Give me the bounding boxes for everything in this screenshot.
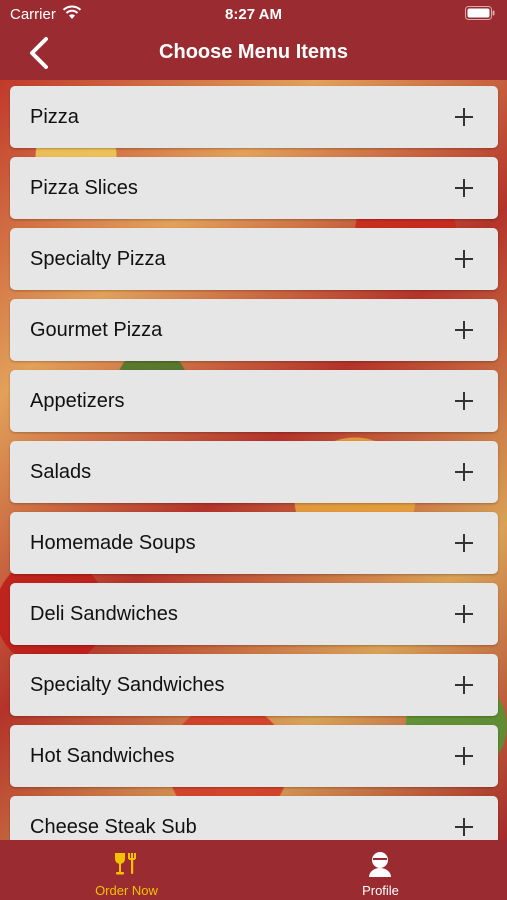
plus-icon (455, 818, 473, 836)
plus-icon (455, 179, 473, 197)
menu-item-deli-sandwiches[interactable]: Deli Sandwiches (10, 583, 498, 645)
tab-profile[interactable]: Profile (254, 840, 507, 900)
menu-item-gourmet-pizza[interactable]: Gourmet Pizza (10, 299, 498, 361)
menu-item-label: Hot Sandwiches (30, 745, 175, 767)
menu-item-label: Deli Sandwiches (30, 603, 178, 625)
menu-item-label: Salads (30, 461, 92, 483)
plus-icon (455, 747, 473, 765)
plus-icon (455, 463, 473, 481)
menu-item-homemade-soups[interactable]: Homemade Soups (10, 512, 498, 574)
menu-item-label: Homemade Soups (30, 532, 196, 554)
plus-icon (455, 250, 473, 268)
tab-label: Order Now (95, 883, 158, 898)
menu-item-hot-sandwiches[interactable]: Hot Sandwiches (10, 725, 498, 787)
menu-item-label: Cheese Steak Sub (30, 816, 197, 838)
menu-item-cheese-steak-sub[interactable]: Cheese Steak Sub (10, 796, 498, 840)
plus-icon (455, 676, 473, 694)
utensils-icon (115, 853, 136, 875)
tab-label: Profile (362, 883, 399, 898)
menu-item-label: Pizza (30, 106, 79, 128)
menu-item-label: Specialty Pizza (30, 248, 166, 270)
menu-item-pizza-slices[interactable]: Pizza Slices (10, 157, 498, 219)
plus-icon (455, 108, 473, 126)
menu-item-label: Gourmet Pizza (30, 319, 163, 341)
status-bar: Carrier 8:27 AM (0, 0, 507, 28)
plus-icon (455, 321, 473, 339)
header-bar: Carrier 8:27 AM Choose Menu Items (0, 0, 507, 80)
battery-icon (465, 6, 495, 20)
menu-item-specialty-sandwiches[interactable]: Specialty Sandwiches (10, 654, 498, 716)
menu-item-salads[interactable]: Salads (10, 441, 498, 503)
person-icon (369, 852, 391, 877)
plus-icon (455, 392, 473, 410)
menu-item-appetizers[interactable]: Appetizers (10, 370, 498, 432)
page-title: Choose Menu Items (159, 41, 348, 63)
app-screen: Carrier 8:27 AM Choose Menu Items Pizza (0, 0, 507, 900)
menu-item-label: Pizza Slices (30, 177, 138, 199)
plus-icon (455, 534, 473, 552)
plus-icon (455, 605, 473, 623)
status-time: 8:27 AM (225, 6, 282, 23)
tab-bar: Order Now Profile (0, 840, 507, 900)
menu-item-pizza[interactable]: Pizza (10, 86, 498, 148)
menu-item-label: Appetizers (30, 390, 125, 412)
menu-list: Pizza Pizza Slices Specialty Pizza Gourm… (0, 80, 507, 840)
menu-item-specialty-pizza[interactable]: Specialty Pizza (10, 228, 498, 290)
menu-item-label: Specialty Sandwiches (30, 674, 225, 696)
tab-order-now[interactable]: Order Now (0, 840, 253, 900)
